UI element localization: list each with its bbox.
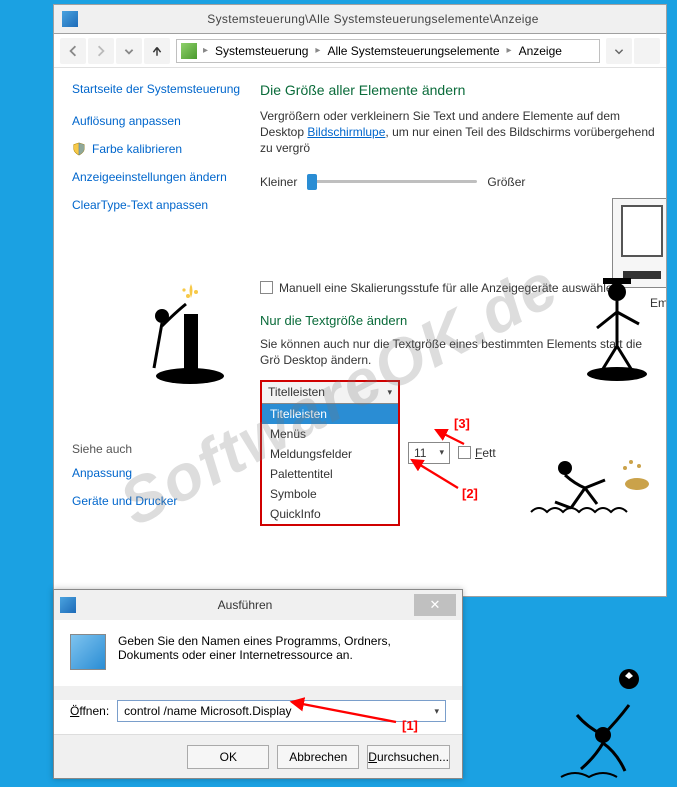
main-panel: Die Größe aller Elemente ändern Vergröße… <box>254 68 666 596</box>
dropdown-option[interactable]: Meldungsfelder <box>262 444 398 464</box>
control-panel-icon <box>181 43 197 59</box>
text-size-controls: Titelleisten ▾ Titelleisten Menüs Meldun… <box>260 380 660 526</box>
decorative-figure-soccer <box>555 661 665 781</box>
run-body: Geben Sie den Namen eines Programms, Ord… <box>54 620 462 686</box>
font-size-select[interactable]: 11 ▾ <box>408 442 450 464</box>
scale-slider[interactable] <box>307 180 477 183</box>
toolbar: ▸ Systemsteuerung ▸ Alle Systemsteuerung… <box>54 34 666 68</box>
recent-button[interactable] <box>116 38 142 64</box>
chevron-down-icon: ▾ <box>387 387 392 398</box>
run-icon <box>70 634 106 670</box>
scale-slider-row: Kleiner Größer <box>260 175 660 189</box>
chevron-down-icon: ▾ <box>439 447 444 458</box>
manual-scaling-label: Manuell eine Skalierungsstufe für alle A… <box>279 281 619 295</box>
dropdown-option[interactable]: Palettentitel <box>262 464 398 484</box>
forward-button[interactable] <box>88 38 114 64</box>
preview-label: Em <box>650 296 666 310</box>
close-button[interactable]: ✕ <box>414 594 456 616</box>
chevron-down-icon: ▾ <box>434 706 439 717</box>
para-text-size: Sie können auch nur die Textgröße eines … <box>260 336 660 368</box>
run-title: Ausführen <box>76 598 414 612</box>
sidebar-link-calibrate[interactable]: Farbe kalibrieren <box>72 142 244 156</box>
run-open-row: Öffnen: control /name Microsoft.Display … <box>54 700 462 734</box>
chevron-right-icon: ▸ <box>505 45 514 56</box>
chevron-right-icon: ▸ <box>313 45 322 56</box>
bold-checkbox[interactable] <box>458 446 471 459</box>
system-icon <box>62 11 78 27</box>
sidebar-link-cleartype[interactable]: ClearType-Text anpassen <box>72 198 244 212</box>
see-also: Siehe auch Anpassung Geräte und Drucker <box>72 442 244 508</box>
manual-scaling-checkbox[interactable] <box>260 281 273 294</box>
para-resize-all: Vergrößern oder verkleinern Sie Text und… <box>260 108 660 157</box>
back-button[interactable] <box>60 38 86 64</box>
run-titlebar: Ausführen ✕ <box>54 590 462 620</box>
refresh-button[interactable] <box>606 38 632 64</box>
manual-scaling-row: Manuell eine Skalierungsstufe für alle A… <box>260 281 660 295</box>
control-panel-window: ▸ Systemsteuerung ▸ Alle Systemsteuerung… <box>53 34 667 597</box>
slider-label-small: Kleiner <box>260 175 297 189</box>
see-also-title: Siehe auch <box>72 442 244 456</box>
slider-label-large: Größer <box>487 175 525 189</box>
dropdown-option[interactable]: Menüs <box>262 424 398 444</box>
heading-text-size: Nur die Textgröße ändern <box>260 313 660 328</box>
heading-resize-all: Die Größe aller Elemente ändern <box>260 82 660 98</box>
sidebar-home[interactable]: Startseite der Systemsteuerung <box>72 82 244 96</box>
monitor-preview <box>612 198 666 288</box>
cancel-button[interactable]: Abbrechen <box>277 745 359 769</box>
dropdown-option[interactable]: Symbole <box>262 484 398 504</box>
titlebar: Systemsteuerung\Alle Systemsteuerungsele… <box>53 4 667 34</box>
run-sysicon <box>60 597 76 613</box>
open-label: Öffnen: <box>70 704 109 718</box>
crumb-1[interactable]: Alle Systemsteuerungselemente <box>324 44 502 58</box>
window-body: Startseite der Systemsteuerung Auflösung… <box>54 68 666 596</box>
title-text: Systemsteuerung\Alle Systemsteuerungsele… <box>88 12 658 26</box>
run-button-bar: OK Abbrechen Durchsuchen... <box>54 734 462 778</box>
see-also-personalization[interactable]: Anpassung <box>72 466 244 480</box>
sidebar: Startseite der Systemsteuerung Auflösung… <box>54 68 254 596</box>
run-desc: Geben Sie den Namen eines Programms, Ord… <box>118 634 446 670</box>
open-value: control /name Microsoft.Display <box>124 704 291 718</box>
shield-icon <box>72 142 86 156</box>
dropdown-option[interactable]: Titelleisten <box>262 404 398 424</box>
bold-checkbox-row: Fett <box>458 446 496 460</box>
browse-button[interactable]: Durchsuchen... <box>367 745 450 769</box>
search-toggle[interactable] <box>634 38 660 64</box>
ok-button[interactable]: OK <box>187 745 269 769</box>
slider-thumb[interactable] <box>307 174 317 190</box>
sidebar-link-calibrate-label: Farbe kalibrieren <box>92 142 182 156</box>
breadcrumb[interactable]: ▸ Systemsteuerung ▸ Alle Systemsteuerung… <box>176 39 600 63</box>
run-dialog: Ausführen ✕ Geben Sie den Namen eines Pr… <box>53 589 463 779</box>
sidebar-link-resolution[interactable]: Auflösung anpassen <box>72 114 244 128</box>
bold-label: Fett <box>475 446 496 460</box>
crumb-0[interactable]: Systemsteuerung <box>212 44 311 58</box>
magnifier-link[interactable]: Bildschirmlupe <box>307 125 385 139</box>
dropdown-list: Titelleisten Menüs Meldungsfelder Palett… <box>262 404 398 524</box>
dropdown-option[interactable]: QuickInfo <box>262 504 398 524</box>
up-button[interactable] <box>144 38 170 64</box>
dropdown-selected[interactable]: Titelleisten ▾ <box>262 382 398 404</box>
open-field[interactable]: control /name Microsoft.Display ▾ <box>117 700 446 722</box>
crumb-2[interactable]: Anzeige <box>516 44 565 58</box>
element-dropdown[interactable]: Titelleisten ▾ Titelleisten Menüs Meldun… <box>260 380 400 526</box>
sidebar-link-display-settings[interactable]: Anzeigeeinstellungen ändern <box>72 170 244 184</box>
see-also-devices[interactable]: Geräte und Drucker <box>72 494 244 508</box>
chevron-right-icon: ▸ <box>201 45 210 56</box>
